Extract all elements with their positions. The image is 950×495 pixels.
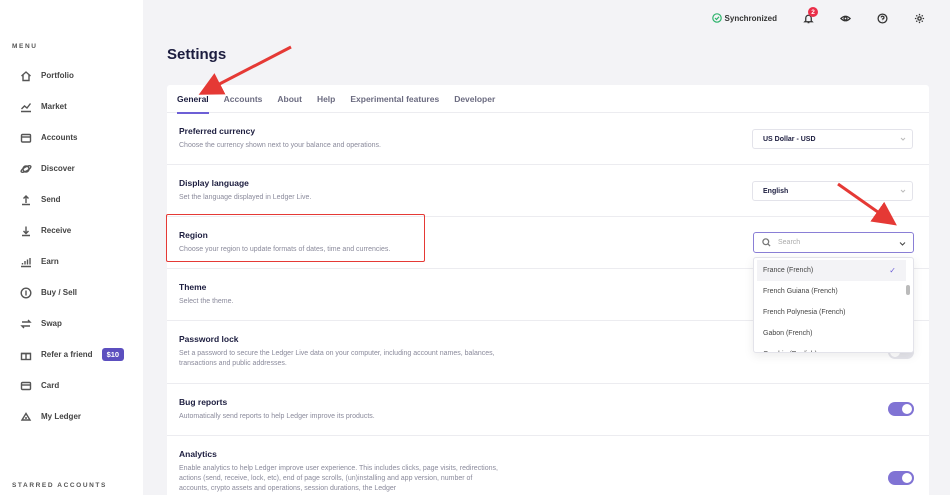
setting-description: Automatically send reports to help Ledge… [179, 413, 375, 420]
sidebar-item-discover[interactable]: Discover [0, 153, 143, 184]
chevron-down-icon [899, 242, 906, 246]
sidebar-item-accounts[interactable]: Accounts [0, 122, 143, 153]
gear-icon [914, 13, 924, 23]
home-icon [19, 69, 32, 82]
region-option[interactable]: Gambia (English) [754, 344, 913, 352]
setting-description: Enable analytics to help Ledger improve … [179, 465, 498, 492]
sidebar-item-portfolio[interactable]: Portfolio [0, 60, 143, 91]
menu-title: MENU [12, 43, 38, 50]
arrow-up-icon [19, 193, 32, 206]
bug-reports-toggle[interactable] [888, 402, 914, 416]
sync-status[interactable]: Synchronized [711, 13, 777, 23]
sidebar-item-my-ledger[interactable]: My Ledger [0, 401, 143, 432]
sidebar-item-market[interactable]: Market [0, 91, 143, 122]
region-search-placeholder: Search [778, 239, 801, 246]
sidebar-nav: Portfolio Market Accounts Discover Send … [0, 60, 143, 432]
setting-description: Set a password to secure the Ledger Live… [179, 350, 495, 367]
help-button[interactable] [876, 12, 888, 24]
sidebar-item-label: Refer a friend [41, 350, 93, 359]
language-value: English [763, 187, 789, 195]
sidebar: MENU Portfolio Market Accounts Discover … [0, 0, 143, 495]
chevron-down-icon [900, 137, 906, 141]
sidebar-item-label: Buy / Sell [41, 288, 78, 297]
currency-value: US Dollar - USD [763, 135, 816, 143]
tab-help[interactable]: Help [317, 85, 335, 113]
sidebar-item-swap[interactable]: Swap [0, 308, 143, 339]
setting-row-analytics: Analytics Enable analytics to help Ledge… [167, 436, 929, 495]
help-icon [876, 12, 888, 24]
sync-label: Synchronized [724, 13, 777, 23]
region-option[interactable]: French Polynesia (French) [754, 302, 913, 323]
sidebar-item-label: Market [41, 102, 67, 111]
sidebar-item-receive[interactable]: Receive [0, 215, 143, 246]
sidebar-item-label: Card [41, 381, 60, 390]
sidebar-item-label: Portfolio [41, 71, 74, 80]
coin-icon [19, 286, 32, 299]
sidebar-item-label: Receive [41, 226, 72, 235]
notifications-button[interactable]: 2 [802, 7, 818, 24]
setting-row-language: Display language Set the language displa… [167, 165, 929, 217]
sidebar-item-buy-sell[interactable]: Buy / Sell [0, 277, 143, 308]
eye-icon [839, 15, 851, 21]
chart-icon [19, 100, 32, 113]
region-option[interactable]: French Guiana (French) [754, 281, 913, 302]
settings-tabs: General Accounts About Help Experimental… [167, 85, 929, 114]
region-option[interactable]: France (French) ✓ [757, 260, 906, 281]
tab-accounts[interactable]: Accounts [224, 85, 263, 113]
sidebar-item-label: My Ledger [41, 412, 82, 421]
sidebar-item-send[interactable]: Send [0, 184, 143, 215]
planet-icon [19, 162, 32, 175]
wallet-icon [19, 131, 32, 144]
sidebar-item-label: Earn [41, 257, 59, 266]
tab-developer[interactable]: Developer [454, 85, 495, 113]
swap-icon [19, 317, 32, 330]
page-title: Settings [167, 46, 227, 63]
sidebar-item-refer[interactable]: Refer a friend $10 [0, 339, 143, 370]
topbar: Synchronized 2 [711, 0, 950, 36]
setting-title: Bug reports [179, 397, 228, 407]
settings-button[interactable] [913, 12, 925, 24]
arrow-down-icon [19, 224, 32, 237]
check-icon: ✓ [889, 266, 896, 275]
region-option[interactable]: Gabon (French) [754, 323, 913, 344]
discreet-mode-button[interactable] [839, 12, 851, 24]
sidebar-item-earn[interactable]: Earn [0, 246, 143, 277]
growth-icon [19, 255, 32, 268]
chevron-down-icon [900, 189, 906, 193]
referral-badge: $10 [101, 348, 125, 361]
analytics-toggle[interactable] [888, 471, 914, 485]
ledger-icon [19, 410, 32, 423]
card-icon [19, 379, 32, 392]
tab-general[interactable]: General [177, 85, 209, 114]
sidebar-item-label: Send [41, 195, 61, 204]
region-dropdown: France (French) ✓ French Guiana (French)… [753, 257, 914, 353]
region-search-select[interactable]: Search [753, 232, 914, 253]
search-icon [762, 238, 771, 247]
tab-about[interactable]: About [277, 85, 302, 113]
starred-accounts-title: STARRED ACCOUNTS [12, 482, 107, 489]
notification-count: 2 [808, 7, 818, 17]
check-circle-icon [711, 13, 722, 23]
setting-title: Analytics [179, 449, 217, 459]
setting-row-bug-reports: Bug reports Automatically send reports t… [167, 384, 929, 436]
sidebar-item-label: Discover [41, 164, 75, 173]
gift-icon [19, 348, 32, 361]
tab-experimental[interactable]: Experimental features [350, 85, 439, 113]
currency-select[interactable]: US Dollar - USD [752, 129, 913, 149]
region-highlight-box [166, 214, 425, 262]
setting-row-currency: Preferred currency Choose the currency s… [167, 113, 929, 165]
sidebar-item-card[interactable]: Card [0, 370, 143, 401]
sidebar-item-label: Swap [41, 319, 62, 328]
dropdown-scrollbar[interactable] [906, 285, 910, 295]
sidebar-item-label: Accounts [41, 133, 78, 142]
language-select[interactable]: English [752, 181, 913, 201]
